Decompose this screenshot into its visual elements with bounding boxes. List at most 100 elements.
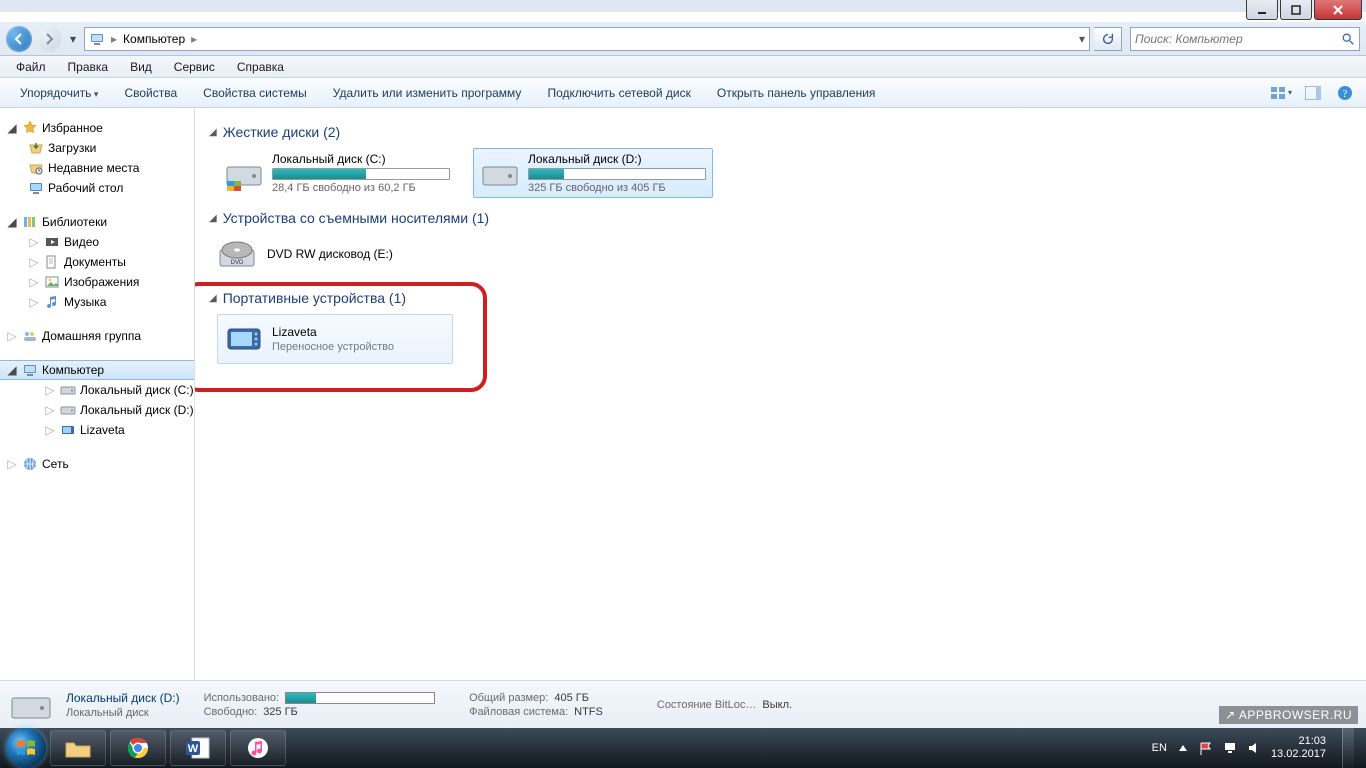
tray-volume-icon[interactable] — [1247, 741, 1261, 755]
portable-device-tile[interactable]: Lizaveta Переносное устройство — [217, 314, 453, 364]
expand-icon[interactable]: ▷ — [44, 384, 56, 396]
nav-forward-button[interactable] — [36, 26, 62, 52]
libraries-icon — [22, 214, 38, 230]
start-button[interactable] — [6, 728, 46, 768]
tray-show-hidden-icon[interactable] — [1177, 741, 1189, 755]
menu-help[interactable]: Справка — [227, 58, 294, 76]
computer-icon — [89, 31, 105, 47]
drive-tile-c[interactable]: Локальный диск (C:) 28,4 ГБ свободно из … — [217, 148, 457, 198]
expand-icon[interactable]: ▷ — [28, 236, 40, 248]
close-button[interactable] — [1314, 0, 1362, 20]
video-icon — [44, 234, 60, 250]
cmd-open-control-panel[interactable]: Открыть панель управления — [705, 82, 888, 104]
details-size-value: 405 ГБ — [554, 692, 589, 704]
breadcrumb-root[interactable]: Компьютер — [123, 32, 185, 46]
details-capacity-bar — [285, 692, 435, 704]
tray-date: 13.02.2017 — [1271, 748, 1326, 761]
details-bitlocker-value: Выкл. — [762, 699, 792, 711]
address-bar[interactable]: ▸ Компьютер ▸ ▾ — [84, 27, 1090, 51]
help-button[interactable]: ? — [1332, 82, 1358, 104]
tray-clock[interactable]: 21:03 13.02.2017 — [1271, 735, 1326, 761]
view-options-button[interactable]: ▾ — [1268, 82, 1294, 104]
collapse-icon[interactable]: ◢ — [6, 122, 18, 134]
breadcrumb-sep-icon: ▸ — [111, 32, 117, 46]
expand-icon[interactable]: ▷ — [6, 458, 18, 470]
tray-network-icon[interactable] — [1223, 741, 1237, 755]
details-free-label: Свободно: — [204, 706, 258, 718]
tree-music[interactable]: ▷ Музыка — [0, 292, 194, 312]
expand-icon[interactable]: ▷ — [44, 424, 56, 436]
tree-recent[interactable]: Недавние места — [0, 158, 194, 178]
menu-file[interactable]: Файл — [6, 58, 56, 76]
tree-homegroup[interactable]: ▷ Домашняя группа — [0, 326, 194, 346]
nav-history-dropdown[interactable]: ▾ — [66, 32, 80, 46]
addr-dropdown-icon[interactable]: ▾ — [1079, 32, 1085, 46]
expand-icon[interactable]: ▷ — [28, 276, 40, 288]
taskbar-explorer[interactable] — [50, 730, 106, 766]
tree-label: Библиотеки — [42, 215, 107, 229]
tray-flag-icon[interactable] — [1199, 741, 1213, 755]
menu-tools[interactable]: Сервис — [164, 58, 225, 76]
section-hard-drives[interactable]: ◢ Жесткие диски (2) — [209, 124, 1352, 140]
tree-pictures[interactable]: ▷ Изображения — [0, 272, 194, 292]
cmd-map-network-drive[interactable]: Подключить сетевой диск — [535, 82, 702, 104]
cmd-system-properties[interactable]: Свойства системы — [191, 82, 319, 104]
tree-label: Домашняя группа — [42, 329, 141, 343]
preview-pane-button[interactable] — [1300, 82, 1326, 104]
tree-lizaveta[interactable]: ▷ Lizaveta — [0, 420, 194, 440]
tree-label: Рабочий стол — [48, 181, 123, 195]
taskbar-word[interactable]: W — [170, 730, 226, 766]
minimize-button[interactable] — [1246, 0, 1278, 20]
cmd-properties[interactable]: Свойства — [112, 82, 189, 104]
collapse-icon[interactable]: ◢ — [6, 364, 18, 376]
tree-drive-d[interactable]: ▷ Локальный диск (D:) — [0, 400, 194, 420]
section-portable[interactable]: ◢ Портативные устройства (1) — [209, 290, 1352, 306]
section-removable[interactable]: ◢ Устройства со съемными носителями (1) — [209, 210, 1352, 226]
tree-videos[interactable]: ▷ Видео — [0, 232, 194, 252]
tree-computer[interactable]: ◢ Компьютер — [0, 360, 194, 380]
portable-sub: Переносное устройство — [272, 341, 446, 353]
drive-icon — [60, 382, 76, 398]
tree-label: Недавние места — [48, 161, 139, 175]
drive-tile-d[interactable]: Локальный диск (D:) 325 ГБ свободно из 4… — [473, 148, 713, 198]
tree-libraries[interactable]: ◢ Библиотеки — [0, 212, 194, 232]
windows-logo-icon — [14, 736, 38, 760]
expand-icon[interactable]: ▷ — [6, 330, 18, 342]
search-input[interactable] — [1135, 32, 1335, 46]
collapse-icon[interactable]: ◢ — [209, 213, 217, 224]
tray-language[interactable]: EN — [1152, 742, 1167, 754]
cmd-organize[interactable]: Упорядочить — [8, 82, 110, 104]
drive-name: Локальный диск (C:) — [272, 152, 450, 166]
tree-label: Документы — [64, 255, 126, 269]
expand-icon[interactable]: ▷ — [28, 296, 40, 308]
taskbar-chrome[interactable] — [110, 730, 166, 766]
tree-label: Музыка — [64, 295, 106, 309]
tree-network[interactable]: ▷ Сеть — [0, 454, 194, 474]
tree-label: Lizaveta — [80, 423, 125, 437]
svg-text:DVD: DVD — [231, 260, 244, 266]
expand-icon[interactable]: ▷ — [28, 256, 40, 268]
command-bar: Упорядочить Свойства Свойства системы Уд… — [0, 78, 1366, 108]
cmd-uninstall-program[interactable]: Удалить или изменить программу — [321, 82, 534, 104]
menu-view[interactable]: Вид — [120, 58, 162, 76]
tree-drive-c[interactable]: ▷ Локальный диск (C:) — [0, 380, 194, 400]
collapse-icon[interactable]: ◢ — [6, 216, 18, 228]
details-size-label: Общий размер: — [469, 692, 548, 704]
expand-icon[interactable]: ▷ — [44, 404, 56, 416]
tree-favorites[interactable]: ◢ Избранное — [0, 118, 194, 138]
show-desktop-button[interactable] — [1342, 728, 1354, 768]
tree-downloads[interactable]: Загрузки — [0, 138, 194, 158]
tree-desktop[interactable]: Рабочий стол — [0, 178, 194, 198]
tree-documents[interactable]: ▷ Документы — [0, 252, 194, 272]
maximize-button[interactable] — [1280, 0, 1312, 20]
watermark: ↗ APPBROWSER.RU — [1219, 706, 1358, 724]
taskbar-itunes[interactable] — [230, 730, 286, 766]
menu-edit[interactable]: Правка — [58, 58, 119, 76]
dvd-drive-item[interactable]: DVD DVD RW дисковод (E:) — [217, 234, 1352, 274]
search-box[interactable] — [1130, 27, 1360, 51]
collapse-icon[interactable]: ◢ — [209, 293, 217, 304]
collapse-icon[interactable]: ◢ — [209, 127, 217, 138]
refresh-button[interactable] — [1094, 27, 1122, 51]
tree-label: Компьютер — [42, 363, 104, 377]
nav-back-button[interactable] — [6, 26, 32, 52]
